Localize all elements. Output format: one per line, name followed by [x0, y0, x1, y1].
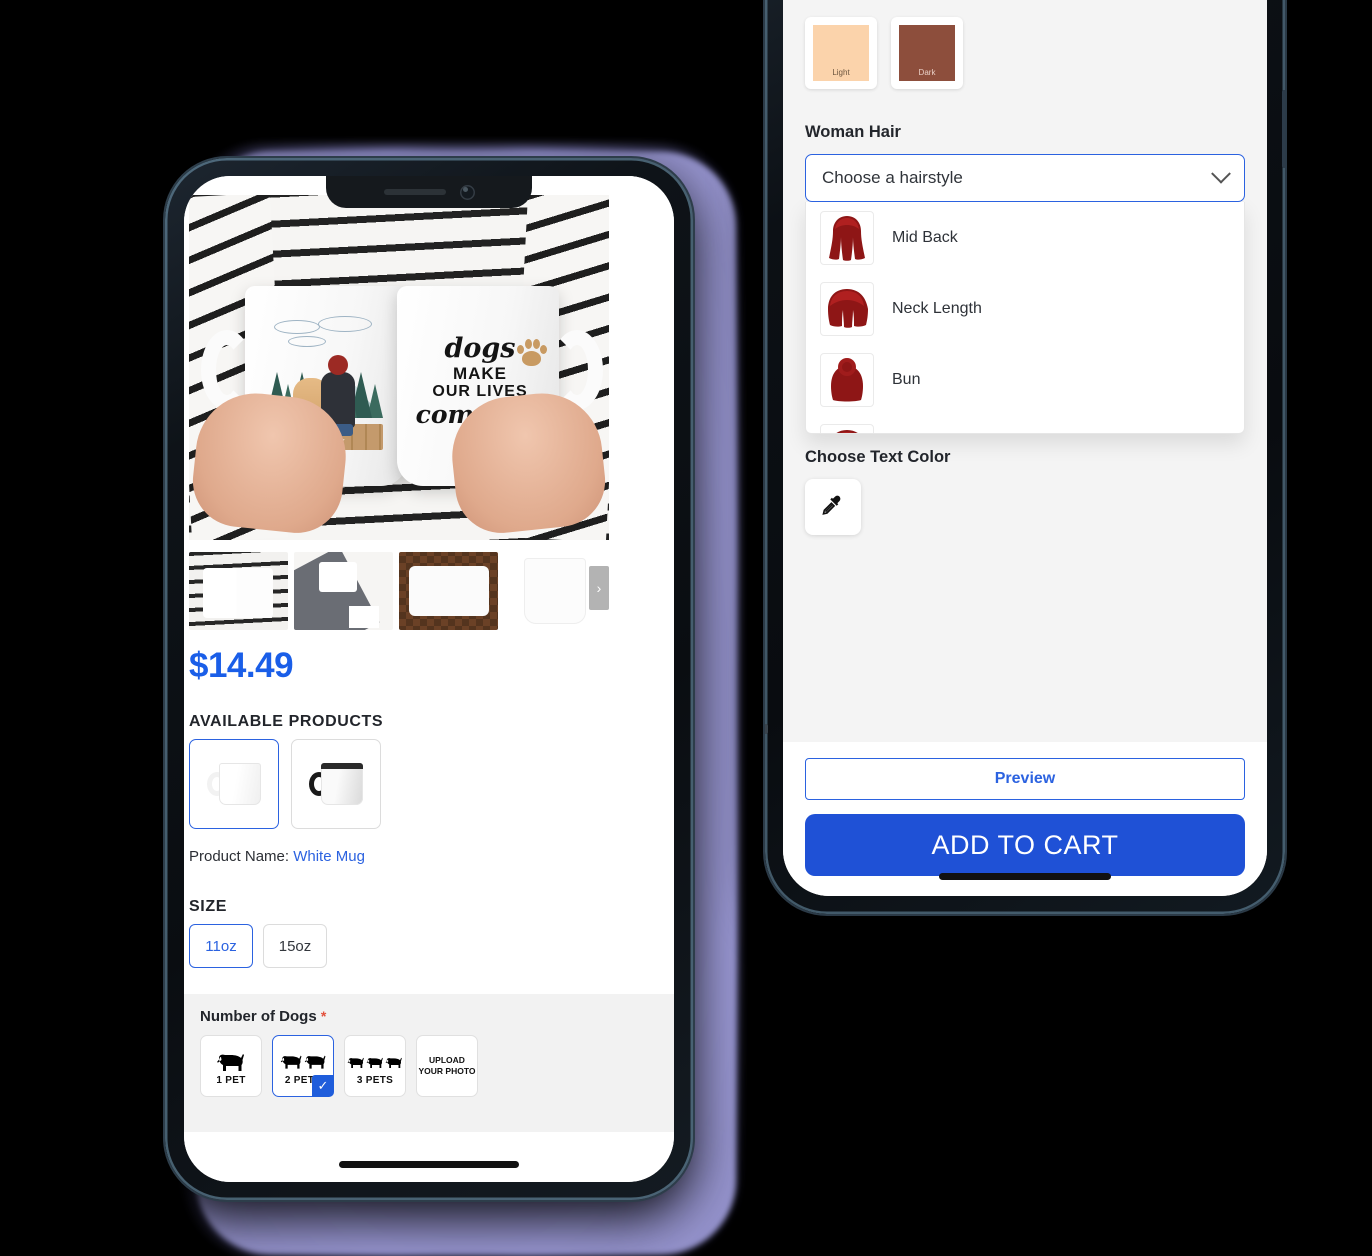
- left-phone-screen: MAGNI LUCY dogs MAKE OUR LIVES complete: [184, 176, 674, 1182]
- list-item-label: Bun: [892, 370, 921, 388]
- power-button[interactable]: [1282, 90, 1285, 168]
- speaker-icon: [383, 189, 446, 195]
- product-name-row: Product Name: White Mug: [189, 848, 365, 865]
- hairstyle-select-value: Choose a hairstyle: [822, 168, 963, 187]
- woman-hair-label: Woman Hair: [805, 123, 901, 141]
- hairstyle-dropdown-list[interactable]: Mid Back Neck Length Bun: [805, 202, 1245, 434]
- text-color-label: Choose Text Color: [805, 448, 951, 466]
- product-option-black-magic-mug[interactable]: [291, 739, 381, 829]
- product-hero-image[interactable]: MAGNI LUCY dogs MAKE OUR LIVES complete: [189, 195, 609, 540]
- phone-notch: [326, 176, 532, 208]
- thumbnail-next-button[interactable]: ›: [589, 566, 609, 610]
- product-price: $14.49: [189, 646, 294, 685]
- thumbnail-strip[interactable]: ›: [189, 552, 609, 630]
- hair-shoulder-length-icon: [820, 423, 874, 433]
- size-options: 11oz 15oz: [189, 924, 327, 968]
- cloud-2: [317, 316, 372, 332]
- scene: MAGNI LUCY dogs MAKE OUR LIVES complete: [0, 0, 1372, 1256]
- skin-color-label-text: Skin Color: [805, 0, 888, 4]
- product-name-value[interactable]: White Mug: [293, 848, 365, 865]
- available-products-options: [189, 739, 381, 829]
- three-dogs-icon: [347, 1047, 403, 1073]
- cloud-3: [287, 336, 326, 347]
- skin-swatch-label: Light: [832, 68, 850, 77]
- size-heading: SIZE: [189, 898, 227, 915]
- dog-option-label: 1 PET: [216, 1074, 246, 1086]
- chevron-down-icon: [1211, 163, 1231, 184]
- number-of-dogs-label-text: Number of Dogs: [200, 1008, 317, 1025]
- home-indicator: [939, 873, 1111, 880]
- dog-option-upload-photo[interactable]: UPLOAD YOUR PHOTO: [416, 1035, 478, 1097]
- cloud-1: [274, 320, 321, 334]
- list-item[interactable]: [294, 552, 393, 630]
- number-of-dogs-options: 1 PET 2 PETS ✓ 3 PETS UPLOAD YOUR PHOTO: [200, 1035, 674, 1097]
- hairstyle-select[interactable]: Choose a hairstyle: [805, 154, 1245, 202]
- list-item-label: Mid Back: [892, 228, 958, 246]
- skin-option-dark[interactable]: Dark: [891, 17, 963, 89]
- dog-option-1-pet[interactable]: 1 PET: [200, 1035, 262, 1097]
- hair-mid-back-icon: [820, 210, 874, 265]
- paw-print-icon: [517, 338, 547, 366]
- text-color-picker-button[interactable]: [805, 479, 861, 535]
- list-item[interactable]: Mid Back: [806, 202, 1244, 273]
- skin-swatch-dark: Dark: [899, 25, 955, 81]
- customizer-panel: Skin Color * Light Dark: [783, 0, 1267, 742]
- skin-option-light[interactable]: Light: [805, 17, 877, 89]
- upload-photo-label: UPLOAD YOUR PHOTO: [418, 1055, 476, 1076]
- volume-button[interactable]: [765, 724, 768, 734]
- list-item[interactable]: [189, 552, 288, 630]
- skin-color-options: Light Dark: [805, 17, 1245, 89]
- list-item[interactable]: Bun: [806, 344, 1244, 415]
- size-option-11oz[interactable]: 11oz: [189, 924, 253, 968]
- size-option-15oz[interactable]: 15oz: [263, 924, 327, 968]
- selected-check-icon: ✓: [312, 1075, 334, 1097]
- one-dog-icon: [216, 1047, 246, 1073]
- skin-swatch-light: Light: [813, 25, 869, 81]
- front-camera-icon: [459, 184, 475, 200]
- list-item[interactable]: Shoulder Length: [806, 415, 1244, 433]
- home-indicator: [339, 1161, 519, 1168]
- two-dogs-icon: [280, 1047, 327, 1073]
- skin-color-label: Skin Color *: [805, 0, 1245, 5]
- dog-option-3-pets[interactable]: 3 PETS: [344, 1035, 406, 1097]
- product-page: MAGNI LUCY dogs MAKE OUR LIVES complete: [184, 176, 674, 1182]
- hair-bun-icon: [820, 352, 874, 407]
- right-phone-device: Skin Color * Light Dark: [765, 0, 1285, 914]
- dog-option-label: 3 PETS: [356, 1074, 394, 1086]
- text-color-section: Choose Text Color: [805, 448, 1245, 535]
- list-item[interactable]: [399, 552, 498, 630]
- skin-swatch-label: Dark: [918, 68, 936, 77]
- hair-neck-length-icon: [820, 281, 874, 336]
- required-marker: *: [892, 0, 898, 4]
- eyedropper-icon: [822, 495, 841, 515]
- list-item-label: Neck Length: [892, 299, 982, 317]
- list-item[interactable]: Neck Length: [806, 273, 1244, 344]
- hero-photo: MAGNI LUCY dogs MAKE OUR LIVES complete: [189, 195, 609, 540]
- add-to-cart-button[interactable]: ADD TO CART: [805, 814, 1245, 876]
- dog-option-2-pets[interactable]: 2 PETS ✓: [272, 1035, 334, 1097]
- quote-line-2: MAKE: [452, 364, 508, 384]
- woman-hair-bun: [327, 355, 348, 375]
- right-phone-screen: Skin Color * Light Dark: [783, 0, 1267, 896]
- preview-button[interactable]: Preview: [805, 758, 1245, 800]
- product-name-label: Product Name:: [189, 848, 290, 865]
- product-option-white-mug[interactable]: [189, 739, 279, 829]
- number-of-dogs-label: Number of Dogs *: [200, 1008, 674, 1025]
- left-phone-device: MAGNI LUCY dogs MAKE OUR LIVES complete: [165, 158, 693, 1200]
- required-marker: *: [320, 1008, 327, 1024]
- number-of-dogs-section: Number of Dogs * 1 PET 2 PETS ✓ 3 PETS U…: [184, 994, 674, 1132]
- available-products-heading: AVAILABLE PRODUCTS: [189, 713, 384, 730]
